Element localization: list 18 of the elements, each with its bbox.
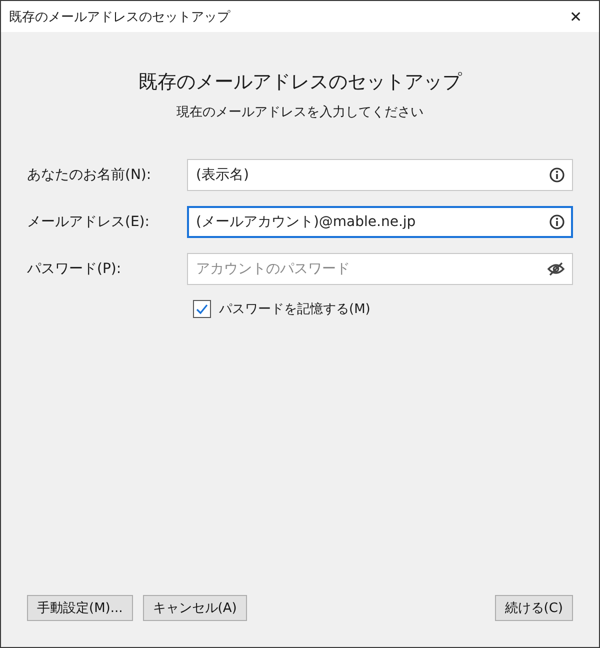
dialog-button[interactable]: 手動設定(M)... <box>27 595 133 621</box>
checkbox[interactable] <box>193 300 211 318</box>
info-icon[interactable] <box>549 167 565 183</box>
close-button[interactable]: ✕ <box>553 1 599 32</box>
input-field[interactable]: (メールアカウント)@mable.ne.jp <box>187 206 573 238</box>
field-label: あなたのお名前(N): <box>27 166 152 184</box>
info-icon[interactable] <box>549 214 565 230</box>
input-field[interactable]: アカウントのパスワード <box>187 253 573 285</box>
input-field[interactable]: (表示名) <box>187 159 573 191</box>
checkbox-label[interactable]: パスワードを記憶する(M) <box>219 300 370 318</box>
field-label: パスワード(P): <box>27 260 122 278</box>
hide-password-icon[interactable] <box>547 261 565 277</box>
dialog-button[interactable]: キャンセル(A) <box>142 595 247 621</box>
field-label: メールアドレス(E): <box>27 213 150 231</box>
dialog-button[interactable]: 続ける(C) <box>494 595 573 621</box>
dialog-subheading: 現在のメールアドレスを入力してください <box>176 104 424 121</box>
window-title: 既存のメールアドレスのセットアップ <box>9 8 230 26</box>
dialog-heading: 既存のメールアドレスのセットアップ <box>138 70 463 95</box>
